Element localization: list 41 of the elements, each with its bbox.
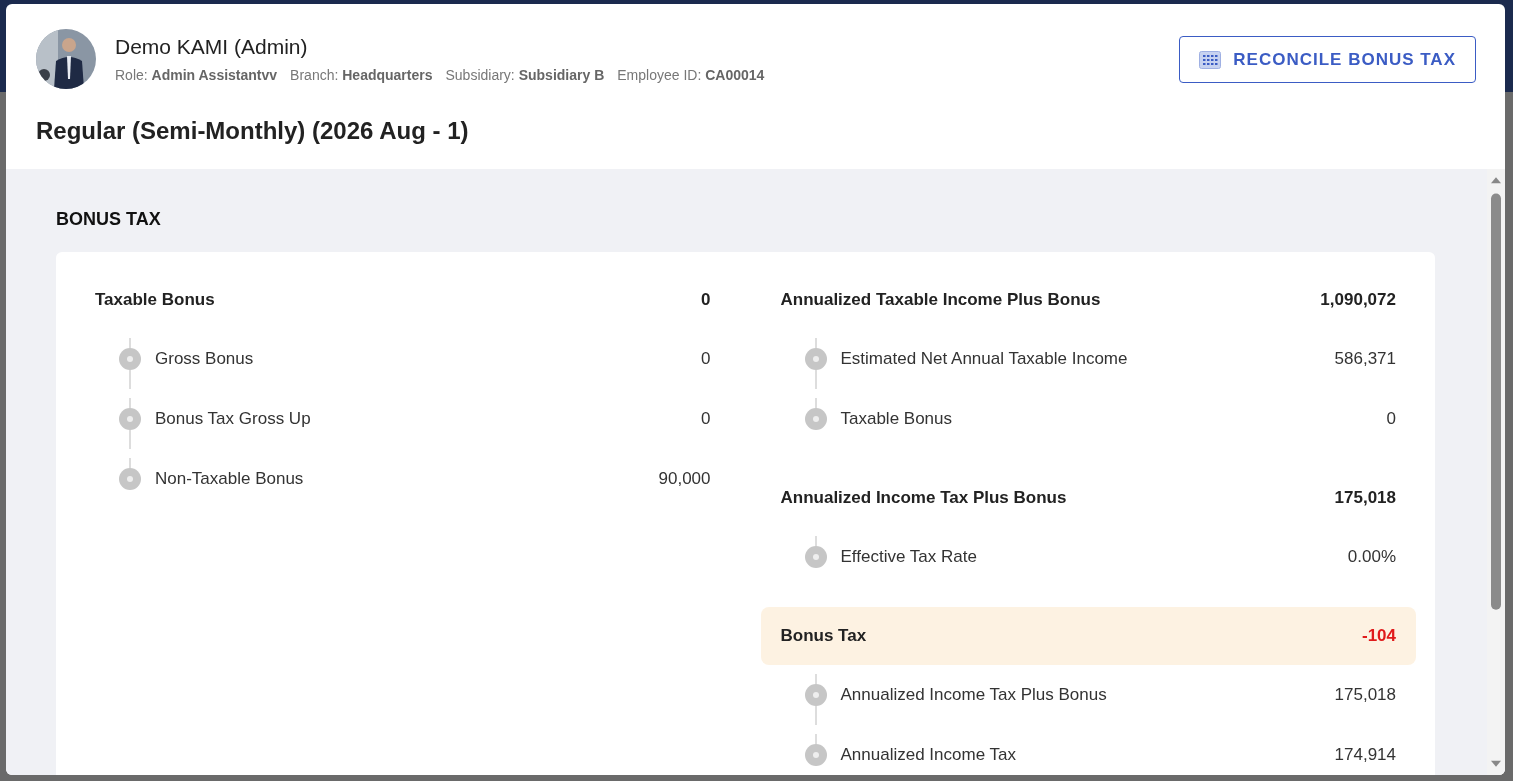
total-label: Annualized Taxable Income Plus Bonus: [780, 290, 1101, 310]
employee-name: Demo KAMI (Admin): [115, 35, 309, 59]
item-label: Effective Tax Rate: [840, 547, 978, 567]
calculator-icon: [1199, 50, 1222, 69]
total-value: 1,090,072: [1320, 290, 1396, 310]
item-label: Taxable Bonus: [840, 409, 954, 429]
payroll-title: Regular (Semi-Monthly) (2026 Aug - 1): [35, 116, 470, 146]
timeline-dot-icon: [804, 408, 827, 430]
item-value: 175,018: [1334, 685, 1396, 705]
item-value: 174,914: [1334, 745, 1396, 765]
employee-detail: Subsidiary: Subsidiary B: [445, 67, 605, 83]
item-label: Annualized Income Tax Plus Bonus: [840, 685, 1108, 705]
item-value: 0: [701, 409, 711, 429]
timeline-dot-icon: [804, 684, 827, 706]
item-label: Gross Bonus: [155, 349, 255, 369]
total-label: Taxable Bonus: [95, 290, 215, 310]
total-label: Bonus Tax: [780, 626, 867, 646]
employee-detail: Employee ID: CA00014: [617, 67, 765, 83]
item-value: 586,371: [1334, 349, 1396, 369]
item-value: 0: [701, 349, 711, 369]
total-value: 0: [701, 290, 711, 310]
section-title: BONUS TAX: [56, 209, 162, 230]
total-label: Annualized Income Tax Plus Bonus: [780, 488, 1067, 508]
total-value: 175,018: [1334, 488, 1396, 508]
item-value: 0: [1386, 409, 1396, 429]
timeline-dot-icon: [119, 468, 141, 490]
item-label: Estimated Net Annual Taxable Income: [840, 349, 1129, 369]
employee-detail: Role: Admin Assistantvv: [115, 67, 278, 83]
item-label: Annualized Income Tax: [840, 745, 1017, 765]
total-value: -104: [1361, 626, 1396, 646]
timeline-dot-icon: [804, 744, 827, 766]
item-value: 90,000: [658, 469, 711, 489]
timeline-dot-icon: [804, 348, 827, 370]
reconcile-bonus-tax-button[interactable]: RECONCILE BONUS TAX: [1179, 36, 1476, 83]
timeline-dot-icon: [119, 348, 141, 370]
employee-detail: Branch: Headquarters: [290, 67, 433, 83]
timeline-dot-icon: [804, 546, 827, 568]
item-value: 0.00%: [1347, 547, 1396, 567]
item-label: Non-Taxable Bonus: [155, 469, 305, 489]
item-label: Bonus Tax Gross Up: [155, 409, 312, 429]
timeline-dot-icon: [119, 408, 141, 430]
